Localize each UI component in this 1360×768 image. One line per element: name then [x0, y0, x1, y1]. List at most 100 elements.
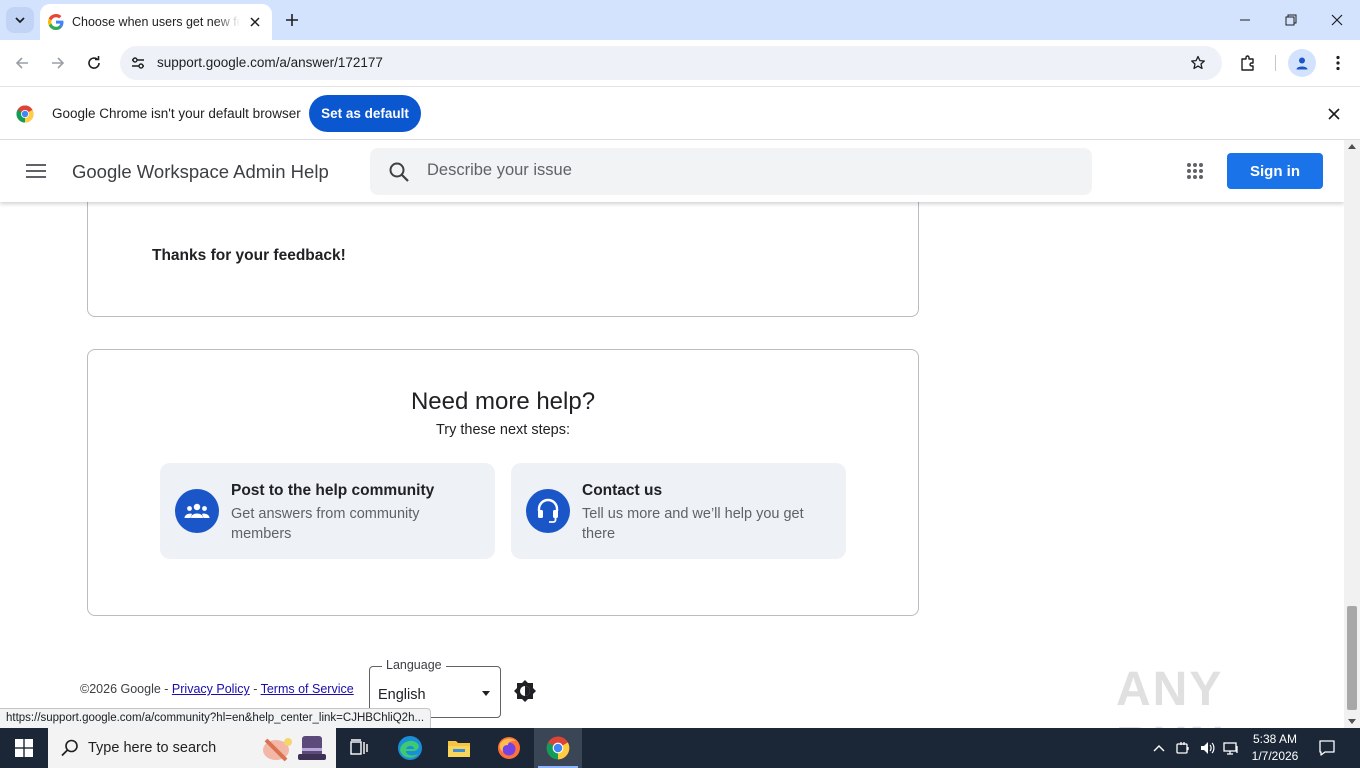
- community-option-description: Get answers from community members: [231, 506, 420, 542]
- chrome-menu-button[interactable]: [1323, 48, 1353, 78]
- start-button[interactable]: [0, 728, 48, 768]
- post-to-community-option[interactable]: Post to the help community Get answers f…: [160, 463, 495, 559]
- volume-tray-button[interactable]: [1197, 738, 1217, 758]
- close-window-button[interactable]: [1314, 0, 1360, 40]
- taskbar-chrome[interactable]: [534, 728, 582, 768]
- sign-in-button[interactable]: Sign in: [1227, 153, 1323, 189]
- task-view-button[interactable]: [336, 728, 384, 768]
- help-card-title: Need more help?: [410, 388, 596, 415]
- footer-links: ©2026 Google - Privacy Policy - Terms of…: [80, 682, 354, 696]
- folder-icon: [448, 741, 470, 757]
- chevron-up-icon: [1153, 745, 1165, 752]
- close-icon: [1331, 14, 1343, 26]
- scroll-thumb[interactable]: [1347, 606, 1357, 710]
- dark-mode-toggle[interactable]: [510, 676, 540, 706]
- chrome-icon: [546, 736, 570, 760]
- search-icon: [61, 739, 78, 757]
- restore-button[interactable]: [1268, 0, 1314, 40]
- restore-icon: [1285, 14, 1297, 26]
- search-icon: [389, 162, 409, 182]
- taskbar-search-box[interactable]: Type here to search: [48, 728, 336, 768]
- privacy-policy-link[interactable]: Privacy Policy: [172, 682, 250, 696]
- brightness-icon: [514, 680, 536, 702]
- language-value[interactable]: English: [378, 687, 426, 703]
- windows-logo-icon: [15, 739, 33, 757]
- notification-icon: [1319, 740, 1335, 756]
- taskbar-firefox[interactable]: [485, 728, 533, 768]
- main-menu-button[interactable]: [22, 157, 50, 185]
- browser-toolbar: support.google.com/a/answer/172177: [0, 40, 1360, 86]
- url-text[interactable]: support.google.com/a/answer/172177: [157, 55, 383, 70]
- contact-us-option[interactable]: Contact us Tell us more and we’ll help y…: [511, 463, 846, 559]
- windows-taskbar: Type here to search 5:38 AM 1/7/2026: [0, 728, 1360, 768]
- back-button[interactable]: [7, 48, 37, 78]
- tab-strip: Choose when users get new features - Goo…: [0, 0, 1360, 40]
- tab-close-icon[interactable]: [246, 13, 264, 31]
- battery-plug-icon: [1176, 742, 1189, 754]
- profile-button[interactable]: [1288, 49, 1316, 77]
- new-tab-button[interactable]: [280, 8, 304, 32]
- network-icon: [1223, 742, 1238, 755]
- terms-of-service-link[interactable]: Terms of Service: [261, 682, 354, 696]
- page-scrollbar[interactable]: [1344, 140, 1360, 728]
- set-as-default-button[interactable]: Set as default: [309, 95, 421, 132]
- copyright-text: ©2026 Google: [80, 682, 161, 696]
- clock-time: 5:38 AM: [1252, 732, 1298, 746]
- puzzle-icon: [1241, 55, 1254, 71]
- notification-center-button[interactable]: [1316, 738, 1338, 758]
- network-tray-button[interactable]: [1221, 738, 1241, 758]
- help-search-box[interactable]: Describe your issue: [370, 148, 1092, 195]
- google-apps-button[interactable]: [1181, 157, 1209, 185]
- footer-separator: -: [160, 682, 172, 696]
- browser-tab[interactable]: Choose when users get new features - Goo…: [40, 4, 272, 40]
- infobar-close-icon[interactable]: [1324, 104, 1344, 124]
- google-g-icon: [48, 14, 64, 30]
- arrow-left-icon: [15, 57, 28, 69]
- search-input[interactable]: Describe your issue: [427, 161, 572, 180]
- taskbar-search-text[interactable]: Type here to search: [88, 740, 216, 756]
- chrome-logo-icon: [16, 105, 34, 123]
- more-vert-icon: [1336, 55, 1340, 71]
- contact-option-title: Contact us: [582, 482, 663, 499]
- community-icon: [175, 489, 219, 533]
- tab-search-button[interactable]: [6, 7, 34, 33]
- reload-icon: [88, 56, 100, 69]
- task-view-icon: [350, 739, 368, 755]
- search-highlight-illustration: [263, 736, 326, 762]
- edge-icon: [398, 736, 422, 760]
- default-browser-infobar: Google Chrome isn't your default browser…: [0, 86, 1360, 140]
- dropdown-caret-icon: [482, 691, 490, 696]
- plus-icon: [286, 14, 298, 26]
- contact-option-description: Tell us more and we’ll help you get ther…: [582, 506, 804, 542]
- headset-icon: [526, 489, 570, 533]
- forward-button[interactable]: [43, 48, 73, 78]
- reload-button[interactable]: [79, 48, 109, 78]
- language-label: Language: [382, 658, 446, 672]
- taskbar-edge[interactable]: [386, 728, 434, 768]
- taskbar-clock[interactable]: 5:38 AM 1/7/2026: [1240, 731, 1310, 765]
- arrow-right-icon: [52, 57, 65, 69]
- help-card-subtitle: Try these next steps:: [435, 422, 571, 438]
- scroll-down-arrow-icon[interactable]: [1348, 719, 1356, 724]
- anyrun-watermark: ANY RUN: [1116, 663, 1224, 728]
- bookmark-star-icon[interactable]: [1188, 53, 1208, 73]
- apps-grid-icon: [1187, 163, 1203, 179]
- page-viewport: Google Workspace Admin Help Describe you…: [0, 140, 1344, 728]
- minimize-icon: [1240, 19, 1250, 21]
- toolbar-divider: [1275, 55, 1276, 71]
- help-center-header: Google Workspace Admin Help Describe you…: [0, 140, 1344, 202]
- scroll-up-arrow-icon[interactable]: [1348, 144, 1356, 149]
- person-icon: [1296, 57, 1308, 70]
- feedback-message: Thanks for your feedback!: [152, 247, 346, 264]
- community-option-title: Post to the help community: [231, 482, 435, 499]
- firefox-icon: [498, 737, 520, 759]
- site-info-icon[interactable]: [128, 53, 148, 73]
- minimize-button[interactable]: [1222, 0, 1268, 40]
- taskbar-file-explorer[interactable]: [435, 728, 483, 768]
- address-bar[interactable]: support.google.com/a/answer/172177: [120, 46, 1222, 80]
- site-title[interactable]: Google Workspace Admin Help: [72, 161, 329, 183]
- show-hidden-icons-button[interactable]: [1149, 738, 1169, 758]
- hamburger-menu-icon: [26, 164, 46, 178]
- battery-tray-button[interactable]: [1173, 738, 1193, 758]
- extensions-button[interactable]: [1233, 48, 1263, 78]
